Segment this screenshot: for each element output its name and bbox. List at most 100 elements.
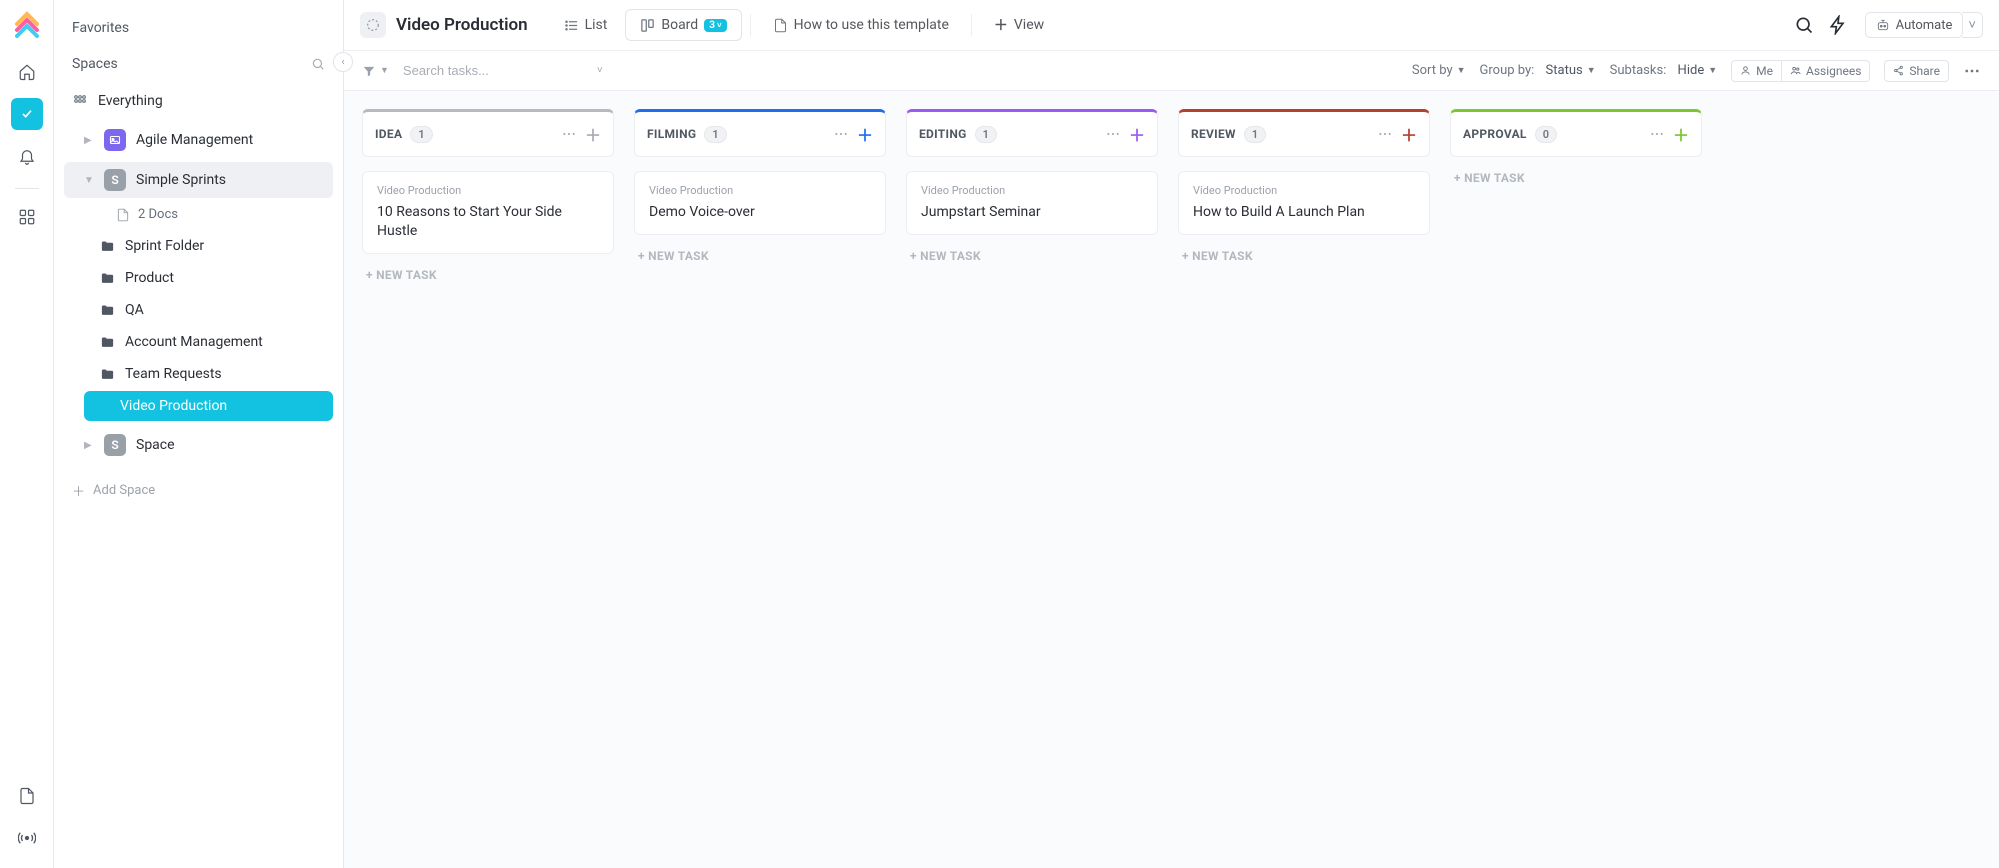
sidebar-item-label: QA [125,302,144,318]
add-view-button[interactable]: ＋ View [980,8,1058,42]
sidebar-everything[interactable]: Everything [64,86,333,116]
new-task-button[interactable]: + NEW TASK [1450,171,1702,185]
rail-apps[interactable] [11,201,43,233]
collapse-sidebar-button[interactable]: ‹ [333,52,353,72]
more-options-button[interactable] [1963,62,1981,80]
subtasks-dropdown[interactable]: Subtasks: Hide▼ [1610,63,1718,78]
task-card[interactable]: Video ProductionHow to Build A Launch Pl… [1178,171,1430,235]
column-count: 1 [410,126,432,143]
task-card[interactable]: Video ProductionJumpstart Seminar [906,171,1158,235]
sidebar-folder-product[interactable]: Product [64,263,333,293]
rail-broadcast[interactable] [11,822,43,854]
chevron-right-icon: ▶ [84,135,94,146]
favorites-header[interactable]: Favorites [64,14,333,42]
board-area: IDEA1＋Video Production10 Reasons to Star… [344,91,1999,868]
rail-docs[interactable] [11,780,43,812]
sidebar-item-label: Team Requests [125,366,222,382]
column-more-button[interactable] [833,126,849,142]
user-icon [1740,65,1751,76]
column-title: FILMING [647,127,696,141]
new-task-button[interactable]: + NEW TASK [1178,235,1430,277]
search-expand-button[interactable]: ˅ [597,65,603,76]
sort-by-dropdown[interactable]: Sort by▼ [1412,63,1466,78]
folder-icon [100,335,115,350]
rail-notifications[interactable] [11,140,43,172]
column-header[interactable]: APPROVAL 0 ＋ [1450,109,1702,157]
column-add-button[interactable]: ＋ [1673,122,1689,146]
card-title: 10 Reasons to Start Your Side Hustle [377,203,599,241]
group-by-dropdown[interactable]: Group by: Status▼ [1480,63,1596,78]
tab-label: How to use this template [794,17,949,33]
app-logo[interactable] [13,10,41,38]
robot-icon [1876,18,1890,32]
tab-board[interactable]: Board 3˅ [625,9,741,41]
list-status-icon[interactable] [360,12,386,38]
users-icon [1790,65,1801,76]
task-card[interactable]: Video ProductionDemo Voice-over [634,171,886,235]
chevron-right-icon: ▶ [84,440,94,451]
task-card[interactable]: Video Production10 Reasons to Start Your… [362,171,614,254]
column-header[interactable]: REVIEW 1 ＋ [1178,109,1430,157]
column-more-button[interactable] [1377,126,1393,142]
column-header[interactable]: IDEA1＋ [362,109,614,157]
column-count: 1 [1244,126,1266,143]
spaces-header[interactable]: Spaces [64,50,333,78]
bolt-button[interactable] [1823,10,1853,40]
column-count: 1 [975,126,997,143]
board-column-approval: APPROVAL 0 ＋ + NEW TASK [1450,109,1702,185]
new-task-button[interactable]: + NEW TASK [634,235,886,277]
share-button[interactable]: Share [1884,60,1949,82]
doc-icon [116,208,130,222]
sidebar-space[interactable]: ▶ S Space [64,427,333,463]
automate-button[interactable]: Automate [1865,12,1964,38]
column-more-button[interactable] [1649,126,1665,142]
column-add-button[interactable]: ＋ [1401,122,1417,146]
column-count: 1 [704,126,726,143]
folder-icon [100,367,115,382]
folder-icon [100,303,115,318]
column-more-button[interactable] [561,126,577,142]
sidebar-folder-video-production[interactable]: Video Production [84,391,333,421]
filter-button[interactable]: ▼ [362,64,389,78]
column-count: 0 [1535,126,1557,143]
column-more-button[interactable] [1105,126,1121,142]
sidebar: Favorites Spaces Everything ▶ Agile Mana… [54,0,344,868]
sidebar-docs[interactable]: 2 Docs [64,200,333,229]
new-task-button[interactable]: + NEW TASK [362,254,614,296]
card-project: Video Production [921,184,1143,197]
automate-dropdown[interactable]: ˅ [1962,12,1983,38]
tab-howto[interactable]: How to use this template [759,10,963,40]
tab-list[interactable]: List [550,10,622,40]
column-header[interactable]: FILMING 1 ＋ [634,109,886,157]
sidebar-folder-account-management[interactable]: Account Management [64,327,333,357]
column-add-button[interactable]: ＋ [1129,122,1145,146]
card-title: Demo Voice-over [649,203,871,222]
column-add-button[interactable]: ＋ [857,122,873,146]
sidebar-item-label: Video Production [120,398,227,414]
assignees-filter-button[interactable]: Assignees [1782,60,1870,82]
sidebar-simple-sprints[interactable]: ▼ S Simple Sprints [64,162,333,198]
column-title: REVIEW [1191,127,1236,141]
plus-icon: ＋ [994,15,1008,35]
new-task-button[interactable]: + NEW TASK [906,235,1158,277]
search-tasks-input[interactable] [403,63,583,78]
column-add-button[interactable]: ＋ [585,122,601,146]
search-button[interactable] [1789,10,1819,40]
sidebar-folder-team-requests[interactable]: Team Requests [64,359,333,389]
sidebar-item-label: Everything [98,93,163,109]
sidebar-agile[interactable]: ▶ Agile Management [64,122,333,158]
rail-home[interactable] [11,56,43,88]
add-space-button[interactable]: ＋ Add Space [64,473,333,508]
me-filter-button[interactable]: Me [1731,60,1782,82]
column-header[interactable]: EDITING1＋ [906,109,1158,157]
automate-label: Automate [1896,18,1953,33]
sidebar-folder-qa[interactable]: QA [64,295,333,325]
doc-icon [773,18,788,33]
sidebar-folder-sprint-folder[interactable]: Sprint Folder [64,231,333,261]
column-title: APPROVAL [1463,127,1527,141]
card-title: How to Build A Launch Plan [1193,203,1415,222]
rail-tasks[interactable] [11,98,43,130]
search-spaces-icon[interactable] [311,57,325,71]
space-avatar-icon: S [104,434,126,456]
board-icon [640,18,655,33]
